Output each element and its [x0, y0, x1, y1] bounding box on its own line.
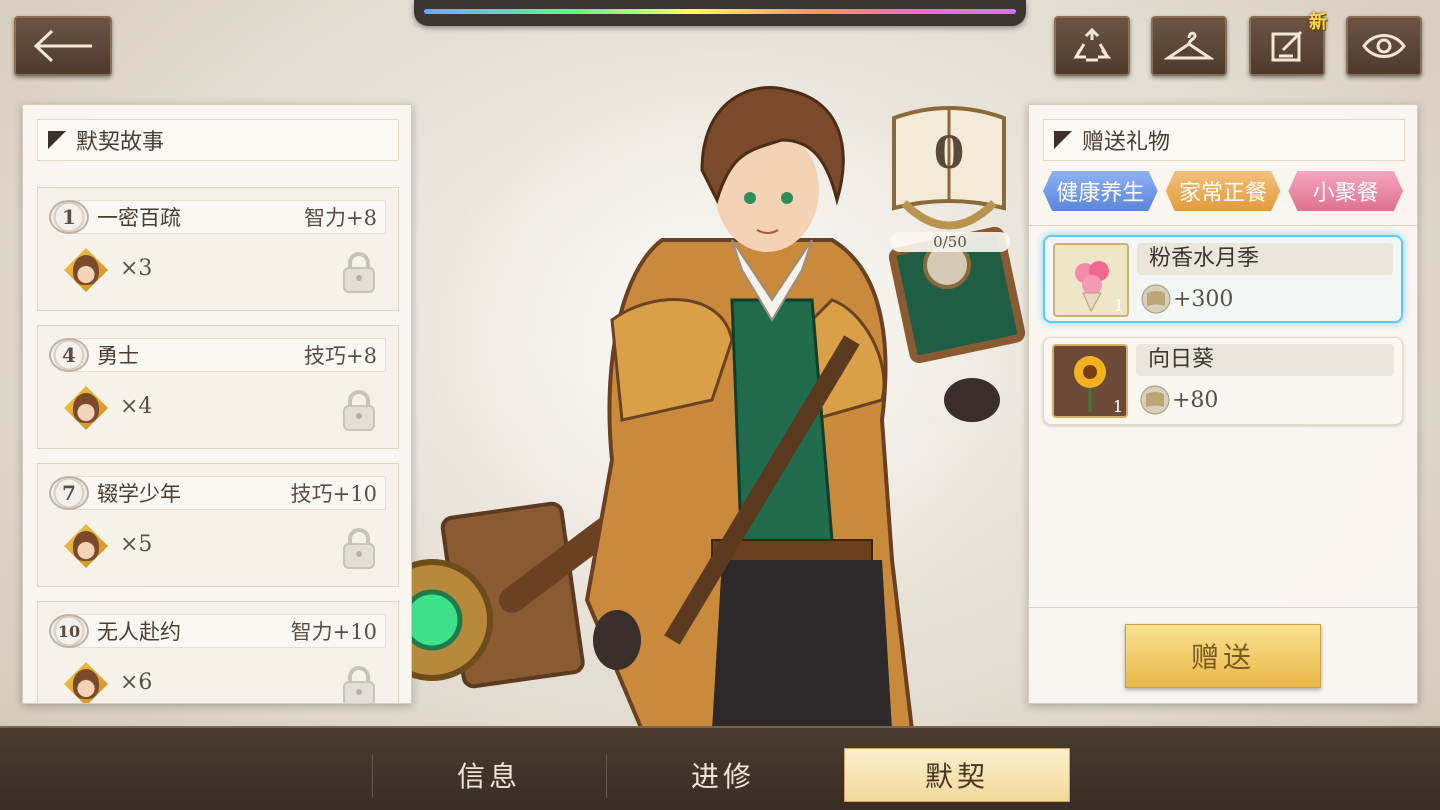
tab-healthy[interactable]: 健康养生	[1043, 171, 1158, 211]
character-portrait-icon	[64, 662, 108, 703]
story-number-badge: 7	[49, 476, 89, 510]
story-card[interactable]: 10 无人赴约 智力+10 ×6	[37, 601, 399, 703]
gift-name: 粉香水月季	[1137, 243, 1393, 275]
story-reward: 智力+8	[304, 206, 377, 230]
character-portrait-icon	[64, 386, 108, 430]
story-panel-title: 默契故事	[76, 130, 165, 155]
hanger-icon	[1164, 31, 1214, 60]
lock-icon	[343, 666, 375, 703]
lock-icon	[343, 390, 375, 431]
lock-icon	[343, 252, 375, 293]
story-title: 无人赴约	[97, 620, 181, 644]
give-button[interactable]: 赠送	[1125, 624, 1321, 688]
story-number-badge: 4	[49, 338, 89, 372]
tab-small-feast[interactable]: 小聚餐	[1288, 171, 1404, 211]
gift-list: 1 粉香水月季 +300 1 向日葵 +80	[1043, 235, 1403, 439]
story-reward: 智力+10	[290, 620, 377, 644]
story-list: 1 一密百疏 智力+8 ×3 4 勇士 技巧+8 ×4 7 辍学少年 技巧+10…	[37, 187, 399, 703]
story-requirement-count: ×5	[120, 532, 153, 557]
recycle-icon	[1073, 27, 1112, 62]
story-title: 勇士	[97, 344, 139, 368]
give-area: 赠送	[1029, 607, 1417, 703]
tab-bond[interactable]: 默契	[844, 748, 1070, 802]
affinity-book-icon	[1140, 385, 1170, 415]
story-card[interactable]: 4 勇士 技巧+8 ×4	[37, 325, 399, 449]
story-reward: 技巧+8	[304, 344, 377, 368]
top-rainbow-bar	[414, 0, 1026, 26]
sunflower-icon: 1	[1052, 344, 1128, 418]
story-reward: 技巧+10	[290, 482, 377, 506]
story-card[interactable]: 7 辍学少年 技巧+10 ×5	[37, 463, 399, 587]
edit-button[interactable]: 新	[1249, 12, 1327, 76]
back-arrow-icon	[33, 29, 92, 63]
gift-quantity: 1	[1112, 397, 1123, 416]
story-title: 辍学少年	[97, 482, 181, 506]
wardrobe-button[interactable]	[1151, 16, 1227, 76]
back-button[interactable]	[14, 16, 112, 76]
rose-bouquet-icon: 1	[1053, 243, 1129, 317]
story-number-badge: 10	[49, 614, 89, 648]
story-requirement-count: ×4	[120, 394, 153, 419]
gift-item-rose[interactable]: 1 粉香水月季 +300	[1043, 235, 1403, 323]
view-button[interactable]	[1346, 16, 1422, 76]
gift-panel: 赠送礼物 健康养生 家常正餐 小聚餐 1 粉香水月季 +300 1 向日葵 +8…	[1028, 104, 1418, 704]
gift-item-sunflower[interactable]: 1 向日葵 +80	[1043, 337, 1403, 425]
corner-triangle-icon	[1054, 131, 1072, 149]
gift-panel-title: 赠送礼物	[1082, 130, 1171, 155]
story-panel: 默契故事 1 一密百疏 智力+8 ×3 4 勇士 技巧+8 ×4 7 辍学少年 …	[22, 104, 412, 704]
character-portrait-icon	[64, 248, 108, 292]
gift-name: 向日葵	[1136, 344, 1394, 376]
tab-study[interactable]: 进修	[610, 748, 836, 802]
bottom-nav: 信息 进修 默契	[0, 726, 1440, 810]
lock-icon	[343, 528, 375, 569]
gift-bonus-value: +80	[1172, 387, 1219, 413]
gift-category-tabs: 健康养生 家常正餐 小聚餐	[1043, 171, 1404, 211]
eye-icon	[1362, 34, 1406, 58]
story-title: 一密百疏	[97, 206, 181, 230]
story-card[interactable]: 1 一密百疏 智力+8 ×3	[37, 187, 399, 311]
tab-info[interactable]: 信息	[376, 748, 602, 802]
tab-home-meal[interactable]: 家常正餐	[1165, 171, 1281, 211]
affinity-book-icon	[1141, 284, 1171, 314]
edit-icon	[1271, 30, 1303, 62]
gift-bonus-value: +300	[1173, 286, 1234, 312]
story-panel-header: 默契故事	[37, 119, 399, 161]
story-number-badge: 1	[49, 200, 89, 234]
gift-panel-header: 赠送礼物	[1043, 119, 1405, 161]
gift-quantity: 1	[1113, 296, 1124, 315]
affinity-progress: 0/50	[890, 232, 1010, 252]
character-portrait-icon	[64, 524, 108, 568]
story-requirement-count: ×3	[120, 256, 153, 281]
story-requirement-count: ×6	[120, 670, 153, 695]
corner-triangle-icon	[48, 131, 66, 149]
affinity-book-counter	[892, 106, 1006, 230]
recycle-button[interactable]	[1054, 16, 1130, 76]
new-badge: 新	[1309, 12, 1327, 33]
